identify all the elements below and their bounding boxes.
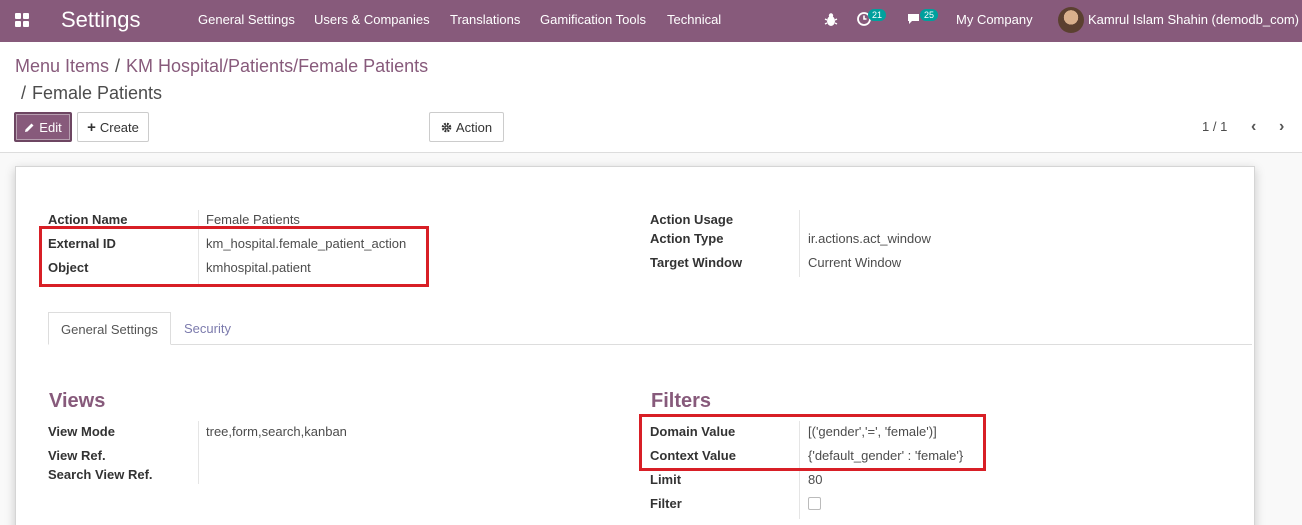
menu-translations[interactable]: Translations <box>450 12 520 27</box>
apps-grid-icon[interactable] <box>15 13 29 27</box>
create-button-label: Create <box>99 119 139 135</box>
filter-label: Filter <box>650 496 682 511</box>
breadcrumb-menu-items[interactable]: Menu Items <box>15 56 109 77</box>
view-mode-value: tree,form,search,kanban <box>206 424 347 439</box>
app-title: Settings <box>61 7 141 32</box>
tab-security[interactable]: Security <box>172 312 243 345</box>
target-window-value: Current Window <box>808 255 902 270</box>
limit-label: Limit <box>650 472 682 487</box>
bug-icon[interactable] <box>824 12 838 27</box>
tab-general-settings[interactable]: General Settings <box>48 312 171 345</box>
view-mode-label: View Mode <box>48 424 115 439</box>
action-dropdown-button[interactable]: Action <box>429 112 504 142</box>
chevron-right-icon[interactable]: › <box>1279 118 1284 136</box>
action-type-value: ir.actions.act_window <box>808 231 931 246</box>
action-button-label: Action <box>455 119 493 135</box>
breadcrumb-parent-menu[interactable]: KM Hospital/Patients/Female Patients <box>126 56 428 77</box>
filters-section-title: Filters <box>651 390 712 412</box>
search-view-ref-label: Search View Ref. <box>48 467 153 482</box>
highlight-box-filters <box>639 414 986 471</box>
menu-users-companies[interactable]: Users & Companies <box>314 12 430 27</box>
field-divider <box>799 210 800 277</box>
notebook-tabs: General Settings Security <box>48 312 1252 345</box>
edit-button[interactable]: Edit <box>14 112 72 142</box>
breadcrumb-current: Female Patients <box>32 83 163 103</box>
gear-icon <box>441 122 452 132</box>
action-name-value: Female Patients <box>206 212 300 227</box>
breadcrumb-separator: / <box>115 56 121 76</box>
menu-gamification-tools[interactable]: Gamification Tools <box>540 12 646 27</box>
messages-count-badge: 25 <box>920 9 939 21</box>
activity-count-badge: 21 <box>868 9 887 21</box>
chevron-left-icon[interactable]: ‹ <box>1251 118 1256 136</box>
field-divider <box>198 421 199 484</box>
view-ref-label: View Ref. <box>48 448 106 463</box>
plus-icon: + <box>87 118 96 136</box>
user-avatar[interactable] <box>1058 7 1084 33</box>
action-usage-label: Action Usage <box>650 212 734 227</box>
action-name-label: Action Name <box>48 212 128 227</box>
edit-button-label: Edit <box>39 119 62 135</box>
menu-technical[interactable]: Technical <box>667 12 721 27</box>
pager-value[interactable]: 1 / 1 <box>1202 119 1227 134</box>
menu-general-settings[interactable]: General Settings <box>198 12 295 27</box>
top-navbar: Settings General Settings Users & Compan… <box>0 0 1302 42</box>
form-sheet <box>15 166 1255 525</box>
views-section-title: Views <box>49 390 106 412</box>
limit-value: 80 <box>808 472 823 487</box>
breadcrumb-separator: / <box>21 83 27 103</box>
highlight-box-external-id <box>39 226 429 287</box>
pencil-icon <box>25 123 34 132</box>
filter-checkbox[interactable] <box>808 497 821 510</box>
company-switcher[interactable]: My Company <box>956 12 1033 27</box>
user-menu[interactable]: Kamrul Islam Shahin (demodb_com) <box>1088 12 1299 27</box>
target-window-label: Target Window <box>650 255 743 270</box>
create-button[interactable]: + Create <box>77 112 149 142</box>
action-type-label: Action Type <box>650 231 724 246</box>
